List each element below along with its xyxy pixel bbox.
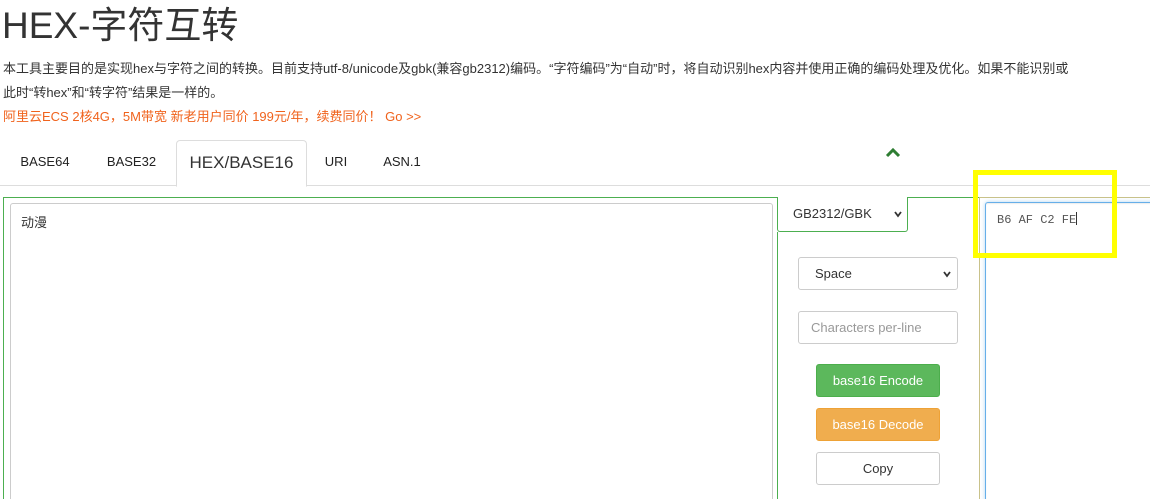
description-line-1: 本工具主要目的是实现hex与字符之间的转换。目前支持utf-8/unicode及… xyxy=(3,61,1069,76)
base16-encode-button[interactable]: base16 Encode xyxy=(816,364,940,397)
input-textarea[interactable]: 动漫 xyxy=(10,203,773,499)
text-cursor xyxy=(1076,212,1078,225)
base16-decode-button[interactable]: base16 Decode xyxy=(816,408,940,441)
encoding-select-value: GB2312/GBK xyxy=(793,206,872,221)
separator-select[interactable]: Space xyxy=(798,257,958,290)
chevron-down-icon xyxy=(894,211,902,218)
chars-per-line-input[interactable]: Characters per-line xyxy=(798,311,958,344)
tab-uri[interactable]: URI xyxy=(309,140,363,186)
tab-base32[interactable]: BASE32 xyxy=(89,140,174,186)
tab-bar: BASE64 BASE32 HEX/BASE16 URI ASN.1 xyxy=(0,140,1150,187)
description-line-2: 此时“转hex”和“转字符”结果是一样的。 xyxy=(3,85,224,100)
tab-hex-base16[interactable]: HEX/BASE16 xyxy=(176,140,307,187)
separator-select-value: Space xyxy=(815,266,852,281)
chevron-down-icon xyxy=(943,271,951,278)
copy-button[interactable]: Copy xyxy=(816,452,940,485)
output-textarea[interactable]: B6 AF C2 FE xyxy=(985,202,1150,499)
output-text: B6 AF C2 FE xyxy=(997,213,1077,227)
divider xyxy=(777,232,778,499)
tab-asn1[interactable]: ASN.1 xyxy=(365,140,439,186)
tab-base64[interactable]: BASE64 xyxy=(3,140,87,186)
promo-link[interactable]: 阿里云ECS 2核4G，5M带宽 新老用户同价 199元/年，续费同价！ Go … xyxy=(3,108,421,126)
page-title: HEX-字符互转 xyxy=(2,5,239,46)
encoding-select[interactable]: GB2312/GBK xyxy=(777,197,908,232)
chevron-up-icon[interactable] xyxy=(885,146,901,158)
